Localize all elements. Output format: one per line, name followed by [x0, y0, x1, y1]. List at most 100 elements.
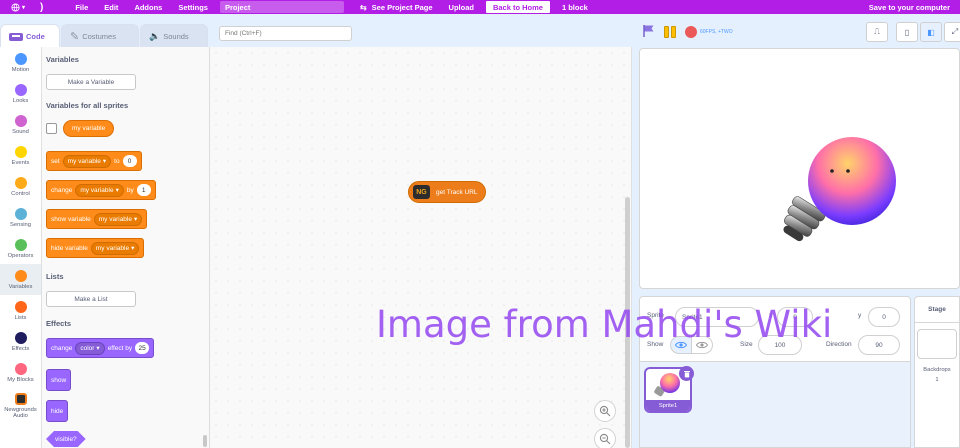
category-label: Sound	[12, 128, 29, 135]
visible-boolean-block[interactable]: visible?	[46, 431, 86, 447]
upload-button[interactable]: Upload	[441, 0, 482, 14]
menu-addons[interactable]: Addons	[126, 0, 170, 14]
y-input[interactable]: 0	[868, 307, 900, 327]
category-newgrounds-audio[interactable]: Newgrounds Audio	[0, 388, 41, 423]
trash-icon	[683, 370, 690, 377]
tab-code[interactable]: Code	[0, 24, 60, 48]
category-motion[interactable]: Motion	[0, 47, 41, 78]
stop-button[interactable]	[685, 26, 697, 38]
get-track-url-block[interactable]: NG get Track URL	[408, 181, 486, 203]
show-variable-block[interactable]: show variable my variable ▾	[46, 209, 148, 229]
menu-file[interactable]: File	[67, 0, 96, 14]
change-value-input[interactable]: 1	[136, 184, 151, 196]
zoom-out-button[interactable]	[594, 428, 616, 448]
fullscreen-button[interactable]: ⤢	[944, 22, 960, 42]
menu-settings[interactable]: Settings	[170, 0, 216, 14]
category-events[interactable]: Events	[0, 140, 41, 171]
addon-icon: ⎍	[874, 27, 880, 36]
category-label: Control	[11, 190, 30, 197]
green-flag-icon[interactable]	[642, 24, 656, 38]
backdrop-thumbnail[interactable]	[917, 329, 957, 359]
pause-bar	[671, 26, 676, 38]
category-variables[interactable]: Variables	[0, 264, 41, 295]
variable-dropdown[interactable]: my variable ▾	[75, 183, 124, 197]
lightbulb-sprite	[783, 137, 896, 242]
change-label: change	[51, 186, 73, 194]
tab-costumes[interactable]: ✎ Costumes	[61, 24, 139, 48]
menu-edit[interactable]: Edit	[96, 0, 126, 14]
variable-dropdown-label: my variable	[95, 244, 130, 252]
category-sound[interactable]: Sound	[0, 109, 41, 140]
watermark-text: Image from Mahdi's Wiki	[376, 303, 833, 346]
delete-sprite-button[interactable]	[679, 366, 694, 381]
set-variable-block[interactable]: set my variable ▾ to 0	[46, 151, 142, 171]
back-to-home-button[interactable]: Back to Home	[485, 1, 550, 13]
set-value-input[interactable]: 0	[122, 155, 137, 167]
category-dot-icon	[14, 331, 27, 344]
palette-scrollbar[interactable]	[203, 435, 207, 447]
stage-selector[interactable]: Stage Backdrops 1	[914, 296, 960, 448]
category-label: Newgrounds Audio	[4, 406, 37, 419]
category-label: Sensing	[10, 221, 31, 228]
effect-dropdown-label: color	[80, 344, 95, 352]
category-label: Looks	[12, 97, 29, 104]
change-label: change	[51, 344, 73, 352]
direction-input[interactable]: 90	[858, 335, 900, 355]
category-sensing[interactable]: Sensing	[0, 202, 41, 233]
category-operators[interactable]: Operators	[0, 233, 41, 264]
category-dot-icon	[14, 269, 27, 282]
addon-button[interactable]: ⎍	[866, 22, 888, 42]
change-effect-block[interactable]: change color ▾ effect by 25	[46, 338, 155, 358]
category-label: Variables	[8, 283, 33, 290]
hide-variable-block[interactable]: hide variable my variable ▾	[46, 238, 145, 258]
globe-icon[interactable]	[11, 2, 20, 12]
save-button[interactable]: Save to your computer	[861, 0, 958, 14]
make-variable-button[interactable]: Make a Variable	[46, 74, 136, 90]
variable-dropdown[interactable]: my variable ▾	[90, 241, 140, 255]
get-track-url-label: get Track URL	[436, 188, 478, 196]
normal-stage-button[interactable]: ◧	[920, 22, 942, 42]
category-dot-icon	[14, 145, 27, 158]
my-variable-reporter[interactable]: my variable	[63, 120, 115, 137]
stage-canvas[interactable]	[639, 48, 960, 289]
remix-icon: ⇆	[359, 2, 367, 12]
editor-tabs: Code ✎ Costumes 🔈 Sounds	[0, 24, 209, 48]
zoom-in-button[interactable]	[594, 400, 616, 422]
tab-sounds[interactable]: 🔈 Sounds	[140, 24, 208, 48]
change-variable-block[interactable]: change my variable ▾ by 1	[46, 180, 156, 200]
pause-button[interactable]	[664, 26, 676, 38]
project-title-input[interactable]: Project	[219, 1, 344, 13]
see-project-page-label: See Project Page	[371, 2, 433, 12]
effect-value-input[interactable]: 25	[135, 342, 150, 354]
small-stage-button[interactable]: ▯	[896, 22, 918, 42]
backdrops-count: 1	[935, 377, 939, 383]
category-effects[interactable]: Effects	[0, 326, 41, 357]
category-lists[interactable]: Lists	[0, 295, 41, 326]
stage-title: Stage	[915, 297, 959, 323]
see-project-page-button[interactable]: ⇆ See Project Page	[352, 0, 441, 14]
speaker-icon: 🔈	[149, 31, 161, 41]
effect-dropdown[interactable]: color ▾	[75, 341, 105, 355]
category-dot-icon	[14, 238, 27, 251]
set-label: set	[51, 157, 60, 165]
globe-menu[interactable]: ▾	[0, 0, 36, 14]
variable-checkbox[interactable]	[46, 123, 57, 134]
chevron-down-icon: ▾	[115, 187, 119, 194]
code-workspace[interactable]	[210, 47, 632, 448]
small-stage-icon: ▯	[904, 27, 910, 37]
category-my-blocks[interactable]: My Blocks	[0, 357, 41, 388]
variable-dropdown[interactable]: my variable ▾	[62, 154, 112, 168]
category-label: Operators	[7, 252, 34, 259]
hide-block[interactable]: hide	[46, 400, 69, 422]
show-block[interactable]: show	[46, 369, 72, 391]
category-dot-icon	[14, 392, 27, 405]
category-control[interactable]: Control	[0, 171, 41, 202]
variable-dropdown-label: my variable	[98, 215, 132, 223]
search-input[interactable]	[219, 26, 352, 41]
make-list-button[interactable]: Make a List	[46, 291, 136, 307]
chevron-down-icon: ▾	[102, 158, 107, 165]
logo-icon[interactable]: )	[36, 2, 47, 13]
category-looks[interactable]: Looks	[0, 78, 41, 109]
variable-dropdown[interactable]: my variable ▾	[93, 212, 143, 226]
to-label: to	[114, 157, 120, 165]
